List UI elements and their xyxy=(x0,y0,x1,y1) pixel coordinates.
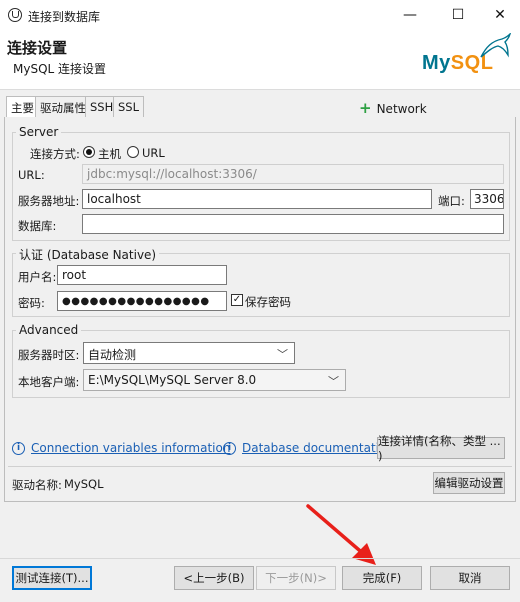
divider xyxy=(8,466,512,467)
database-documentation-link[interactable]: Database documentation xyxy=(242,441,394,455)
database-input[interactable] xyxy=(82,214,504,234)
save-password-checkbox[interactable]: ✓ xyxy=(231,294,243,306)
test-connection-button[interactable]: 测试连接(T)... xyxy=(12,566,92,590)
host-label: 服务器地址: xyxy=(18,194,80,208)
timezone-dropdown[interactable]: 自动检测 ﹀ xyxy=(83,342,295,364)
connect-method-label: 连接方式: xyxy=(30,147,80,161)
username-label: 用户名: xyxy=(18,270,57,284)
password-label: 密码: xyxy=(18,296,45,310)
window-title: 连接到数据库 xyxy=(28,10,101,24)
tab-driver-properties[interactable]: 驱动属性 xyxy=(35,96,91,118)
radio-host[interactable] xyxy=(83,146,95,158)
advanced-group-label: Advanced xyxy=(16,323,82,337)
edit-driver-settings-button[interactable]: 编辑驱动设置 xyxy=(433,472,505,494)
save-password-label: 保存密码 xyxy=(245,295,291,309)
maximize-button[interactable]: ☐ xyxy=(436,0,480,30)
timezone-label: 服务器时区: xyxy=(18,348,80,362)
database-label: 数据库: xyxy=(18,219,57,233)
driver-name-label: 驱动名称: xyxy=(12,478,62,492)
connection-details-button[interactable]: 连接详情(名称、类型 ... ) xyxy=(377,434,505,463)
next-button[interactable]: 下一步(N)> xyxy=(256,566,336,590)
close-button[interactable]: ✕ xyxy=(478,0,520,30)
plus-icon: + xyxy=(359,99,372,117)
info-icon: i xyxy=(12,442,25,455)
radio-url-label: URL xyxy=(142,146,165,160)
info-icon: i xyxy=(223,442,236,455)
timezone-value: 自动检测 xyxy=(88,348,137,362)
username-input[interactable]: root xyxy=(57,265,227,285)
page-title: 连接设置 xyxy=(7,39,68,57)
url-input[interactable]: jdbc:mysql://localhost:3306/ xyxy=(82,164,504,184)
radio-host-label: 主机 xyxy=(98,147,121,161)
back-button[interactable]: <上一步(B) xyxy=(174,566,254,590)
footer-separator xyxy=(0,558,520,559)
host-input[interactable]: localhost xyxy=(82,189,432,209)
chevron-down-icon: ﹀ xyxy=(328,375,339,388)
driver-name-value: MySQL xyxy=(64,477,104,491)
port-label: 端口: xyxy=(438,194,465,208)
mysql-dolphin-icon xyxy=(480,33,511,58)
radio-url[interactable] xyxy=(127,146,139,158)
local-client-dropdown[interactable]: E:\MySQL\MySQL Server 8.0 ﹀ xyxy=(83,369,346,391)
connection-variables-link[interactable]: Connection variables information xyxy=(31,441,230,455)
finish-button[interactable]: 完成(F) xyxy=(342,566,422,590)
password-input[interactable]: ●●●●●●●●●●●●●●●● xyxy=(57,291,227,311)
url-label: URL: xyxy=(18,168,45,182)
auth-group-label: 认证 (Database Native) xyxy=(16,246,160,263)
local-client-value: E:\MySQL\MySQL Server 8.0 xyxy=(88,373,257,387)
mysql-logo-my: My xyxy=(422,52,451,74)
port-input[interactable]: 3306 xyxy=(470,189,504,209)
minimize-button[interactable]: — xyxy=(388,0,432,30)
cancel-button[interactable]: 取消 xyxy=(430,566,510,590)
dbeaver-app-icon xyxy=(8,8,22,22)
red-arrow-annotation xyxy=(306,504,376,565)
chevron-down-icon: ﹀ xyxy=(277,348,288,361)
server-group-label: Server xyxy=(16,125,62,139)
tab-ssl[interactable]: SSL xyxy=(113,96,145,118)
page-subtitle: MySQL 连接设置 xyxy=(13,62,107,76)
local-client-label: 本地客户端: xyxy=(18,375,80,389)
